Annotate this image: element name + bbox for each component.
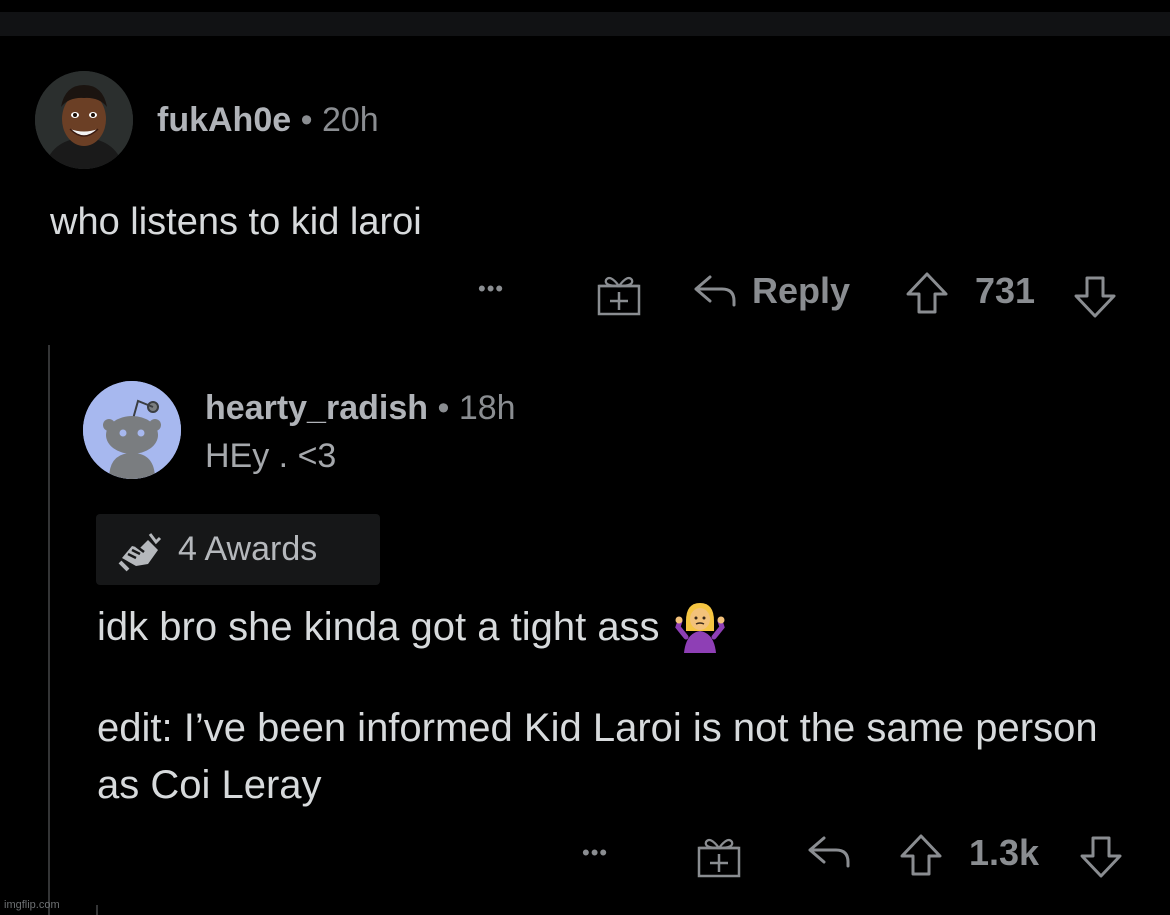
score-value: 1.3k bbox=[969, 832, 1040, 873]
meta-separator: • bbox=[437, 389, 450, 427]
downvote-arrow-icon bbox=[1080, 836, 1122, 878]
more-options-button[interactable]: ••• bbox=[582, 840, 608, 866]
upvote-button[interactable] bbox=[904, 270, 950, 316]
snoo-avatar[interactable] bbox=[83, 381, 181, 479]
give-award-button[interactable] bbox=[696, 834, 742, 878]
comment-body: idk bro she kinda got a tight ass bbox=[97, 601, 726, 653]
comment-age: 18h bbox=[458, 389, 516, 427]
user-flair: HEy . <3 bbox=[205, 437, 337, 475]
comment-actions: ••• 1.3k bbox=[0, 830, 1170, 880]
awards-badge[interactable]: 4 Awards bbox=[96, 514, 380, 585]
reply-button[interactable] bbox=[806, 832, 852, 872]
avatar[interactable] bbox=[35, 71, 133, 169]
comment-body: who listens to kid laroi bbox=[50, 201, 422, 243]
comment-text: idk bro she kinda got a tight ass bbox=[97, 605, 660, 649]
awards-label: 4 Awards bbox=[178, 530, 318, 568]
person-shrugging-emoji bbox=[674, 603, 725, 653]
reply-label: Reply bbox=[752, 270, 851, 311]
username[interactable]: fukAh0e bbox=[157, 101, 291, 139]
comment-age: 20h bbox=[321, 101, 379, 139]
gift-icon bbox=[697, 838, 741, 878]
gift-icon bbox=[597, 276, 641, 316]
thread-line[interactable] bbox=[96, 905, 98, 915]
comment-meta: fukAh0e • 20h bbox=[157, 98, 379, 142]
comment-actions: ••• Reply 731 bbox=[0, 268, 1170, 318]
more-options-button[interactable]: ••• bbox=[478, 276, 504, 302]
reply-arrow-icon bbox=[808, 836, 850, 868]
watermark: imgflip.com bbox=[4, 899, 60, 911]
reply-arrow-icon bbox=[694, 275, 736, 307]
reply-button[interactable]: Reply bbox=[692, 270, 850, 312]
upvote-arrow-icon bbox=[900, 834, 942, 876]
vote-score: 1.3k bbox=[969, 832, 1039, 874]
give-award-button[interactable] bbox=[596, 272, 642, 316]
comment-meta: hearty_radish • 18h bbox=[205, 386, 516, 430]
downvote-arrow-icon bbox=[1074, 276, 1116, 318]
score-value: 731 bbox=[975, 270, 1036, 311]
downvote-button[interactable] bbox=[1072, 274, 1118, 320]
meta-separator: • bbox=[300, 101, 313, 139]
top-bar bbox=[0, 12, 1170, 36]
more-options-icon: ••• bbox=[478, 276, 505, 301]
handshake-award-icon bbox=[118, 532, 162, 571]
comment-edit-text: edit: I’ve been informed Kid Laroi is no… bbox=[97, 706, 1098, 807]
downvote-button[interactable] bbox=[1078, 834, 1124, 880]
vote-score: 731 bbox=[975, 270, 1035, 312]
upvote-arrow-icon bbox=[906, 272, 948, 314]
upvote-button[interactable] bbox=[898, 832, 944, 878]
more-options-icon: ••• bbox=[582, 840, 609, 865]
username[interactable]: hearty_radish bbox=[205, 389, 428, 427]
